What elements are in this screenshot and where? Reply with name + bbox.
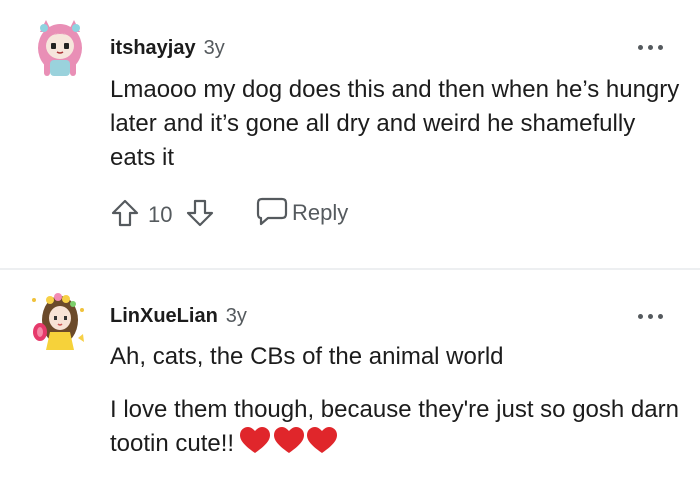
- comment-body-paragraph: Ah, cats, the CBs of the animal world: [110, 343, 504, 370]
- upvote-button[interactable]: [110, 198, 140, 234]
- avatar-pink-hair-icon: [38, 20, 82, 76]
- comment-body-text: I love them though, because they're just…: [110, 396, 679, 457]
- avatar[interactable]: [30, 18, 90, 78]
- comment-linxuelian: LinXueLian 3y Ah, cats, the CBs of the an…: [0, 270, 700, 479]
- username[interactable]: itshayjay: [110, 37, 196, 59]
- red-heart-icon: [240, 427, 271, 453]
- comment-age: 3y: [203, 37, 225, 59]
- reply-button[interactable]: Reply: [256, 196, 348, 226]
- avatar[interactable]: [28, 288, 88, 350]
- comment-body: Lmaooo my dog does this and then when he…: [110, 76, 680, 171]
- downvote-arrow-icon: [186, 199, 214, 227]
- comment-meta: LinXueLian 3y: [110, 305, 247, 328]
- speech-bubble-icon: [256, 197, 288, 226]
- avatar-flower-crown-icon: [32, 293, 84, 350]
- red-heart-icon: [307, 427, 338, 453]
- comment-meta: itshayjay 3y: [110, 37, 225, 60]
- comment-age: 3y: [225, 305, 247, 327]
- more-options-button[interactable]: [638, 312, 664, 322]
- comment-itshayjay: itshayjay 3y Lmaooo my dog does this and …: [0, 0, 700, 268]
- upvote-arrow-icon: [111, 199, 139, 227]
- reply-label: Reply: [292, 200, 349, 225]
- red-heart-icon: [273, 427, 304, 453]
- more-options-button[interactable]: [638, 43, 664, 53]
- heart-emoji-group: [240, 427, 338, 465]
- downvote-button[interactable]: [185, 198, 215, 234]
- username[interactable]: LinXueLian: [110, 305, 218, 327]
- vote-score: 10: [148, 202, 173, 227]
- comment-body-paragraph: I love them though, because they're just…: [110, 393, 680, 465]
